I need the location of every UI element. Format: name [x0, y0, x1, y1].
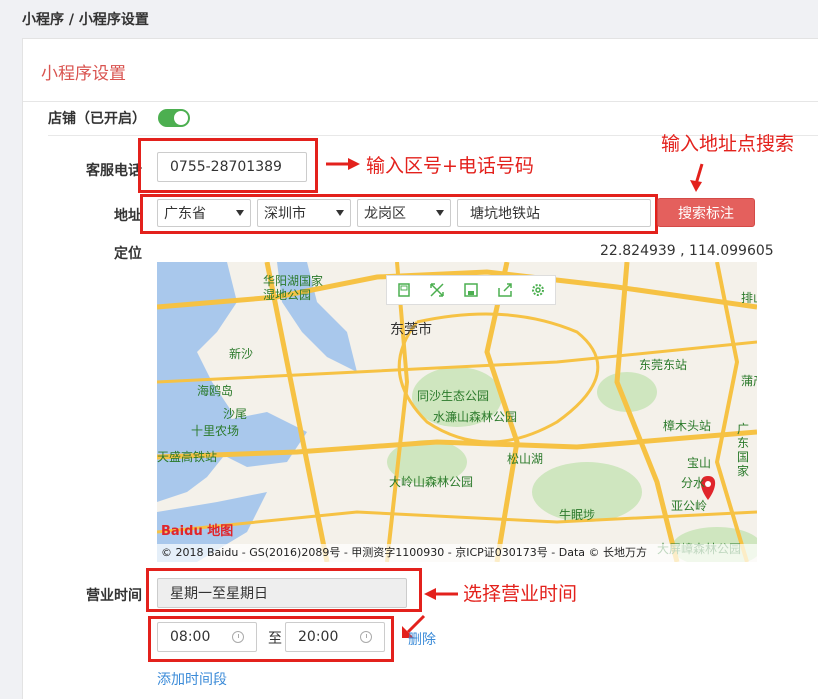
save-icon[interactable] — [393, 279, 415, 301]
map-label-paishan: 排山 — [741, 291, 757, 305]
map-toolbar — [386, 275, 556, 305]
address-highlight-box — [140, 194, 658, 234]
map-label-huayang: 华阳湖国家 湿地公园 — [263, 274, 324, 302]
phone-highlight-box — [138, 138, 318, 193]
title-divider — [23, 101, 818, 102]
map-label-shawei: 沙尾 — [223, 407, 248, 421]
search-mark-button[interactable]: 搜索标注 — [657, 198, 755, 227]
breadcrumb: 小程序 / 小程序设置 — [22, 12, 149, 28]
search-annotation: 输入地址点搜索 — [661, 133, 795, 155]
map-label-songshan: 松山湖 — [507, 452, 544, 466]
arrow-down-icon — [690, 163, 704, 192]
delete-time-link[interactable]: 删除 — [408, 629, 436, 649]
share-icon[interactable] — [494, 279, 516, 301]
fullscreen-icon[interactable] — [426, 279, 448, 301]
map-label-tongsha: 同沙生态公园 — [417, 389, 490, 403]
map-label-fenshui: 分水 — [681, 476, 706, 490]
map-label-niumian: 牛眠埗 — [559, 508, 596, 522]
map-label-guang: 广东 国家 — [737, 422, 750, 478]
map-label-dongguan: 东莞市 — [390, 322, 432, 338]
map-view[interactable]: 东莞市 华阳湖国家 湿地公园 海鸥岛 同沙生态公园 水濂山森林公园 松山湖 大岭… — [157, 262, 757, 562]
map-label-shili: 十里农场 — [191, 424, 240, 438]
map-label-tianshenggao: 天盛高铁站 — [157, 450, 218, 464]
map-label-daling: 大岭山森林公园 — [389, 475, 474, 489]
arrow-left-icon — [424, 588, 458, 600]
phone-annotation: 输入区号+电话号码 — [366, 155, 534, 177]
shop-status-label: 店铺（已开启） — [48, 111, 146, 127]
arrow-right-icon — [326, 158, 360, 170]
shop-enabled-toggle[interactable] — [158, 109, 190, 127]
map-label-bangshan: 蒲产 — [741, 374, 757, 388]
location-label: 定位 — [114, 246, 142, 262]
time-highlight-box — [148, 616, 394, 662]
map-label-baoshan: 宝山 — [687, 456, 712, 470]
baidu-logo: Baidu 地图 — [161, 524, 234, 539]
phone-label: 客服电话 — [86, 163, 142, 179]
map-label-shuilian: 水濂山森林公园 — [433, 410, 518, 424]
gear-icon[interactable] — [527, 279, 549, 301]
card-title: 小程序设置 — [41, 64, 126, 84]
days-highlight-box — [146, 568, 422, 612]
map-label-dongguan-east: 东莞东站 — [639, 358, 688, 372]
time-annotation: 选择营业时间 — [463, 583, 578, 605]
map-label-xinsha: 新沙 — [229, 347, 254, 361]
business-hours-label: 营业时间 — [86, 588, 142, 604]
floppy-icon[interactable] — [460, 279, 482, 301]
map-label-zhangmutou: 樟木头站 — [663, 419, 712, 433]
map-label-yagong: 亚公岭 — [671, 499, 708, 513]
location-coords: 22.824939 , 114.099605 — [600, 243, 774, 259]
address-label: 地址 — [114, 208, 142, 224]
map-copyright: © 2018 Baidu - GS(2016)2089号 - 甲测资字11009… — [157, 544, 757, 562]
add-time-slot-link[interactable]: 添加时间段 — [157, 669, 227, 689]
map-label-haiou: 海鸥岛 — [197, 384, 234, 398]
